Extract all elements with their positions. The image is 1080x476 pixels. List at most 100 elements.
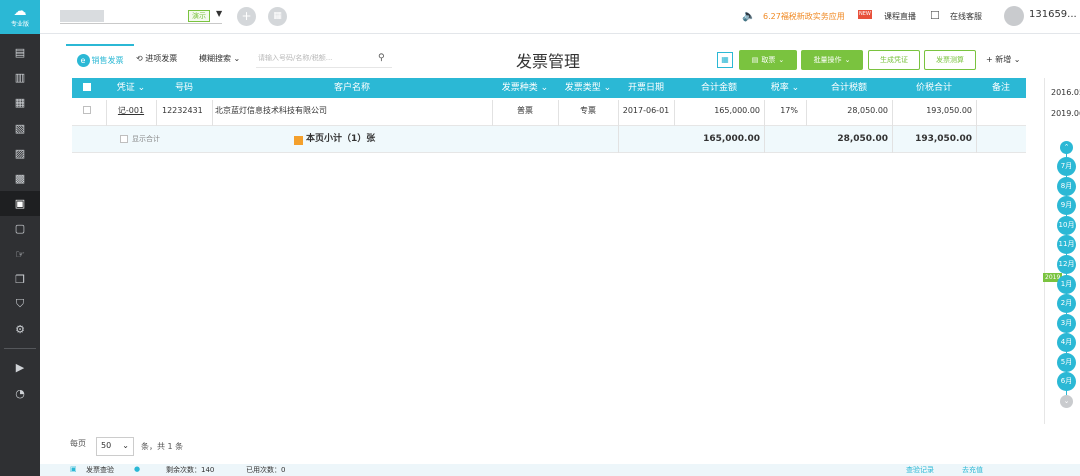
sidebar-item-play-icon[interactable]: ▶: [0, 355, 40, 380]
search-input[interactable]: 请输入号码/名称/税额...: [256, 50, 392, 68]
date-end[interactable]: 2019.06: [1051, 109, 1080, 118]
col-note: 备注: [991, 83, 1010, 93]
sidebar-item-building-icon[interactable]: ▧: [0, 116, 40, 141]
month-item[interactable]: 5月: [1057, 353, 1076, 372]
user-avatar[interactable]: [1004, 6, 1024, 26]
generate-voucher-button[interactable]: 生成凭证: [868, 50, 920, 70]
account-dropdown-caret-icon[interactable]: ▼: [216, 9, 222, 18]
col-total-tax: 合计税额: [830, 83, 867, 93]
month-item[interactable]: 4月: [1057, 333, 1076, 352]
invoice-tab-icon: e: [76, 53, 90, 67]
sidebar-item-calendar-icon[interactable]: ▨: [0, 141, 40, 166]
account-underline: [60, 23, 222, 24]
sidebar-item-card-icon[interactable]: ▢: [0, 216, 40, 241]
col-invoice-type[interactable]: 发票类型 ⌄: [558, 78, 618, 98]
table-row[interactable]: 记-001 12232431 北京蓝灯信息技术科技有限公司 普票 专票 2017…: [72, 100, 1026, 126]
demo-badge: 演示: [188, 10, 210, 22]
info-icon: ●: [134, 465, 141, 473]
sidebar-divider: [4, 348, 36, 350]
apps-grid-button[interactable]: ▦: [268, 7, 287, 26]
tab-sales-invoice[interactable]: e 销售发票: [66, 44, 134, 74]
used-count: 已用次数：0: [246, 466, 286, 474]
sidebar-item-hand-icon[interactable]: ☞: [0, 242, 40, 267]
col-price-tax-total: 价税合计: [915, 83, 952, 93]
sidebar-item-copy-icon[interactable]: ❐: [0, 267, 40, 292]
subtotal-amount: 165,000.00: [703, 134, 760, 144]
live-course-link[interactable]: 课程直播: [884, 11, 916, 22]
recharge-link[interactable]: 去充值: [962, 465, 983, 475]
col-invoice-kind[interactable]: 发票种类 ⌄: [492, 78, 558, 98]
show-total-checkbox[interactable]: [120, 135, 128, 143]
month-item[interactable]: 3月: [1057, 314, 1076, 333]
row-checkbox[interactable]: [83, 106, 91, 114]
invoice-check-button[interactable]: 发票测算: [924, 50, 976, 70]
timeline-up-icon[interactable]: ⌃: [1060, 141, 1073, 154]
cell-invoice-kind: 普票: [517, 106, 533, 115]
col-voucher[interactable]: 凭证 ⌄: [106, 78, 156, 98]
month-item[interactable]: 9月: [1057, 196, 1076, 215]
cell-total-amount: 165,000.00: [714, 106, 760, 115]
search-icon[interactable]: ⚲: [378, 53, 385, 63]
left-sidebar: ☁ 专业版 ▤ ▥ ▦ ▧ ▨ ▩ ▣ ▢ ☞ ❐ ⛉ ⚙ ▶ ◔: [0, 0, 40, 476]
month-item[interactable]: 12月: [1057, 255, 1076, 274]
cell-invoice-type: 专票: [580, 106, 596, 115]
invoice-check-icon: ▣: [70, 465, 77, 473]
sidebar-item-document-icon[interactable]: ▩: [0, 166, 40, 191]
month-item[interactable]: 2月: [1057, 294, 1076, 313]
sidebar-item-voucher-icon[interactable]: ▤: [0, 40, 40, 65]
online-service-link[interactable]: 在线客服: [950, 11, 982, 22]
notice-link[interactable]: 6.27福税新政实务应用: [763, 11, 845, 22]
fuzzy-search-dropdown[interactable]: 模糊搜索 ⌄: [199, 53, 240, 64]
total-count-text: 条，共 1 条: [141, 442, 184, 451]
account-name-redacted[interactable]: [60, 10, 104, 22]
invoice-check-link[interactable]: 发票查验: [86, 465, 114, 475]
sidebar-item-report-icon[interactable]: ▦: [0, 90, 40, 115]
cell-total-tax: 28,050.00: [847, 106, 888, 115]
per-page-select[interactable]: 50 ⌄: [96, 437, 134, 456]
date-start[interactable]: 2016.05: [1051, 88, 1080, 97]
cell-tax-rate: 17%: [780, 106, 798, 115]
cloud-icon: ☁: [13, 4, 27, 19]
add-new-button[interactable]: + 新增 ⌄: [986, 54, 1021, 65]
month-item[interactable]: 7月: [1057, 157, 1076, 176]
sidebar-item-gear-icon[interactable]: ⚙: [0, 317, 40, 342]
timeline-down-icon[interactable]: ⌄: [1060, 395, 1073, 408]
page-title: 发票管理: [516, 52, 581, 71]
chat-icon: ☐: [930, 9, 940, 22]
add-account-button[interactable]: +: [237, 7, 256, 26]
sidebar-item-invoice-icon[interactable]: ▣: [0, 191, 40, 217]
month-item[interactable]: 1月: [1057, 275, 1076, 294]
voucher-link[interactable]: 记-001: [106, 100, 156, 126]
batch-operation-button[interactable]: 批量操作 ⌄: [801, 50, 863, 70]
month-item[interactable]: 8月: [1057, 177, 1076, 196]
col-invoice-date: 开票日期: [627, 83, 664, 93]
col-customer: 客户名称: [333, 83, 370, 93]
top-bar: 演示 ▼ + ▦ 🔈 6.27福税新政实务应用 NEW 课程直播 ☐ 在线客服 …: [40, 0, 1080, 34]
app-logo[interactable]: ☁ 专业版: [0, 0, 40, 34]
col-number: 号码: [174, 83, 193, 93]
month-item[interactable]: 6月: [1057, 372, 1076, 391]
sidebar-item-books-icon[interactable]: ▥: [0, 65, 40, 90]
remaining-count: 剩余次数：140: [166, 466, 215, 474]
cell-customer: 北京蓝灯信息技术科技有限公司: [215, 106, 327, 115]
tab-sales-invoice-label: 销售发票: [91, 55, 124, 65]
new-badge: NEW: [858, 10, 872, 19]
cell-note: [976, 100, 1026, 126]
app-edition-label: 专业版: [10, 21, 29, 28]
tab-purchase-invoice[interactable]: ⟲ 进项发票: [136, 53, 177, 64]
sidebar-item-gauge-icon[interactable]: ◔: [0, 380, 40, 405]
subtotal-price-tax-total: 193,050.00: [915, 134, 972, 144]
speaker-icon: 🔈: [742, 9, 756, 22]
per-page-label: 每页: [70, 439, 86, 448]
column-settings-icon[interactable]: ▦: [717, 52, 733, 68]
user-phone[interactable]: 131659...: [1029, 9, 1077, 20]
check-records-link[interactable]: 查验记录: [906, 465, 934, 475]
subtotal-icon: [294, 136, 303, 145]
month-item[interactable]: 11月: [1057, 235, 1076, 254]
select-all-checkbox[interactable]: [83, 83, 91, 91]
show-total-label: 显示合计: [132, 135, 160, 143]
sidebar-item-shield-icon[interactable]: ⛉: [0, 292, 40, 317]
col-tax-rate[interactable]: 税率 ⌄: [764, 78, 806, 98]
fetch-invoice-button[interactable]: ▤ 取票 ⌄: [739, 50, 797, 70]
month-item[interactable]: 10月: [1057, 216, 1076, 235]
